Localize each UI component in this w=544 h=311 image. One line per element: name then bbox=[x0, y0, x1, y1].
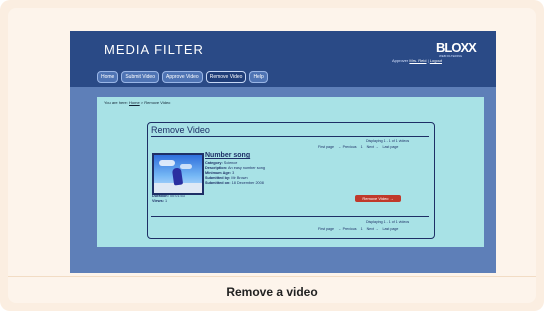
pager-next[interactable]: Next → bbox=[367, 145, 379, 149]
pager-first[interactable]: First page bbox=[318, 227, 334, 231]
displaying-bottom: Displaying 1 - 1 of 1 videos bbox=[366, 220, 410, 224]
pager-first[interactable]: First page bbox=[318, 145, 334, 149]
nav-home[interactable]: Home bbox=[97, 71, 119, 83]
pager-prev[interactable]: ← Previous bbox=[338, 145, 357, 149]
title-rule bbox=[151, 136, 429, 137]
user-role: Approver bbox=[392, 58, 409, 63]
thumb-figure bbox=[171, 167, 184, 186]
pager-page[interactable]: 1 bbox=[361, 145, 363, 149]
detail-submitted-on: Submitted on: 18 December 2008 bbox=[205, 181, 264, 185]
main-nav: Home Submit Video Approve Video Remove V… bbox=[97, 71, 268, 83]
breadcrumb: You are here: Home > Remove Video bbox=[104, 100, 170, 105]
breadcrumb-current: > Remove Video bbox=[140, 100, 171, 105]
header-bar: MEDIA FILTER BLOXX WEB FILTERING Approve… bbox=[70, 31, 496, 87]
bloxx-logo: BLOXX bbox=[436, 40, 477, 55]
main-content: You are here: Home > Remove Video Remove… bbox=[97, 97, 484, 247]
remove-video-panel: Remove Video Displaying 1 - 1 of 1 video… bbox=[147, 122, 435, 239]
user-separator: | bbox=[427, 58, 429, 63]
pager-prev[interactable]: ← Previous bbox=[338, 227, 357, 231]
nav-help[interactable]: Help bbox=[249, 71, 268, 83]
logout-link[interactable]: Logout bbox=[430, 58, 442, 63]
nav-remove-video[interactable]: Remove Video bbox=[205, 71, 247, 83]
breadcrumb-home[interactable]: Home bbox=[129, 100, 140, 105]
breadcrumb-prefix: You are here: bbox=[104, 100, 128, 105]
displaying-top: Displaying 1 - 1 of 1 videos bbox=[366, 139, 410, 143]
thumb-cloud bbox=[159, 160, 175, 166]
logo-tagline: WEB FILTERING bbox=[439, 54, 463, 58]
pager-page[interactable]: 1 bbox=[361, 227, 363, 231]
panel-title: Remove Video bbox=[151, 125, 210, 135]
detail-views: Views: 1 bbox=[152, 199, 168, 203]
screenshot: MEDIA FILTER BLOXX WEB FILTERING Approve… bbox=[70, 31, 496, 273]
pager-top: First page ← Previous 1 Next → Last page bbox=[318, 145, 398, 149]
app-title: MEDIA FILTER bbox=[104, 42, 204, 57]
figure-caption: Remove a video bbox=[226, 285, 318, 299]
pager-last[interactable]: Last page bbox=[383, 227, 399, 231]
video-thumbnail[interactable] bbox=[152, 153, 204, 195]
video-details: Category: Science Description: An easy n… bbox=[205, 161, 265, 186]
caption-divider bbox=[8, 276, 536, 277]
pager-bottom: First page ← Previous 1 Next → Last page bbox=[318, 227, 398, 231]
user-link[interactable]: Mrs. Reid bbox=[409, 58, 426, 63]
video-title-link[interactable]: Number song bbox=[205, 152, 250, 159]
nav-submit-video[interactable]: Submit Video bbox=[121, 71, 159, 83]
pager-next[interactable]: Next → bbox=[367, 227, 379, 231]
remove-video-button[interactable]: Remove Video → bbox=[355, 195, 401, 202]
bottom-rule bbox=[151, 216, 429, 217]
user-status: Approver Mrs. Reid | Logout bbox=[392, 58, 442, 63]
video-stats: Duration: 00:01:53 Views: 1 bbox=[152, 194, 185, 204]
thumb-cloud bbox=[180, 164, 192, 169]
pager-last[interactable]: Last page bbox=[383, 145, 399, 149]
nav-approve-video[interactable]: Approve Video bbox=[162, 71, 203, 83]
